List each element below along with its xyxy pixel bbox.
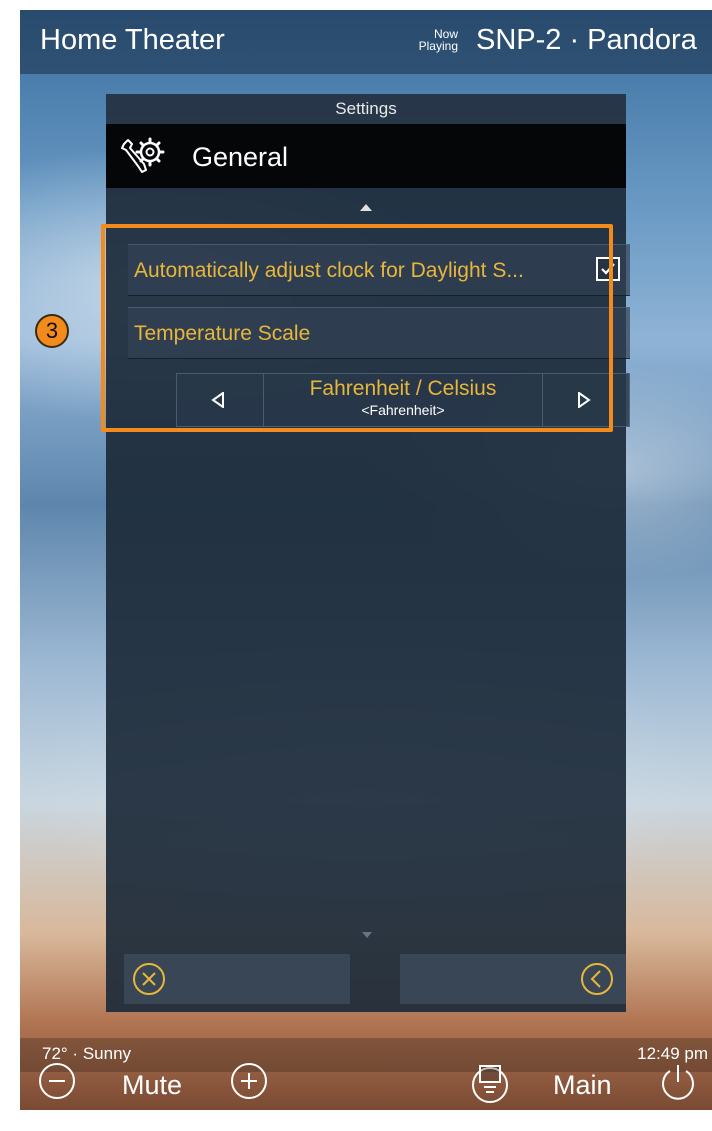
top-bar: Home Theater Now Playing SNP-2 · Pandora: [20, 10, 712, 74]
menu-icon[interactable]: [468, 1062, 512, 1104]
room-title[interactable]: Home Theater: [40, 24, 225, 57]
scroll-up-arrow-icon[interactable]: [360, 204, 372, 211]
weather-status: 72° · Sunny: [42, 1044, 132, 1063]
volume-up-icon[interactable]: [230, 1062, 268, 1100]
scroll-down-arrow-icon[interactable]: [362, 932, 372, 938]
mute-button[interactable]: Mute: [122, 1070, 182, 1101]
volume-down-icon[interactable]: [38, 1062, 76, 1100]
close-circle-icon: [133, 963, 165, 995]
section-title: General: [192, 142, 289, 172]
now-playing-line2: Playing: [418, 39, 458, 53]
wrench-gear-icon: [121, 137, 165, 173]
now-playing-label: Now Playing: [402, 28, 458, 52]
power-icon[interactable]: [658, 1062, 698, 1102]
annotation-step-badge: 3: [35, 314, 69, 348]
section-header: General: [106, 124, 626, 188]
back-circle-icon: [581, 963, 613, 995]
annotation-highlight-box: [101, 224, 613, 432]
clock-time: 12:49 pm: [637, 1044, 708, 1063]
main-zone-button[interactable]: Main: [553, 1070, 612, 1101]
screen: Home Theater Now Playing SNP-2 · Pandora…: [20, 10, 712, 1110]
back-button[interactable]: [400, 954, 626, 1004]
cancel-button[interactable]: [124, 954, 350, 1004]
dialog-title: Settings: [106, 94, 626, 124]
now-playing-source[interactable]: SNP-2 · Pandora: [476, 24, 697, 57]
